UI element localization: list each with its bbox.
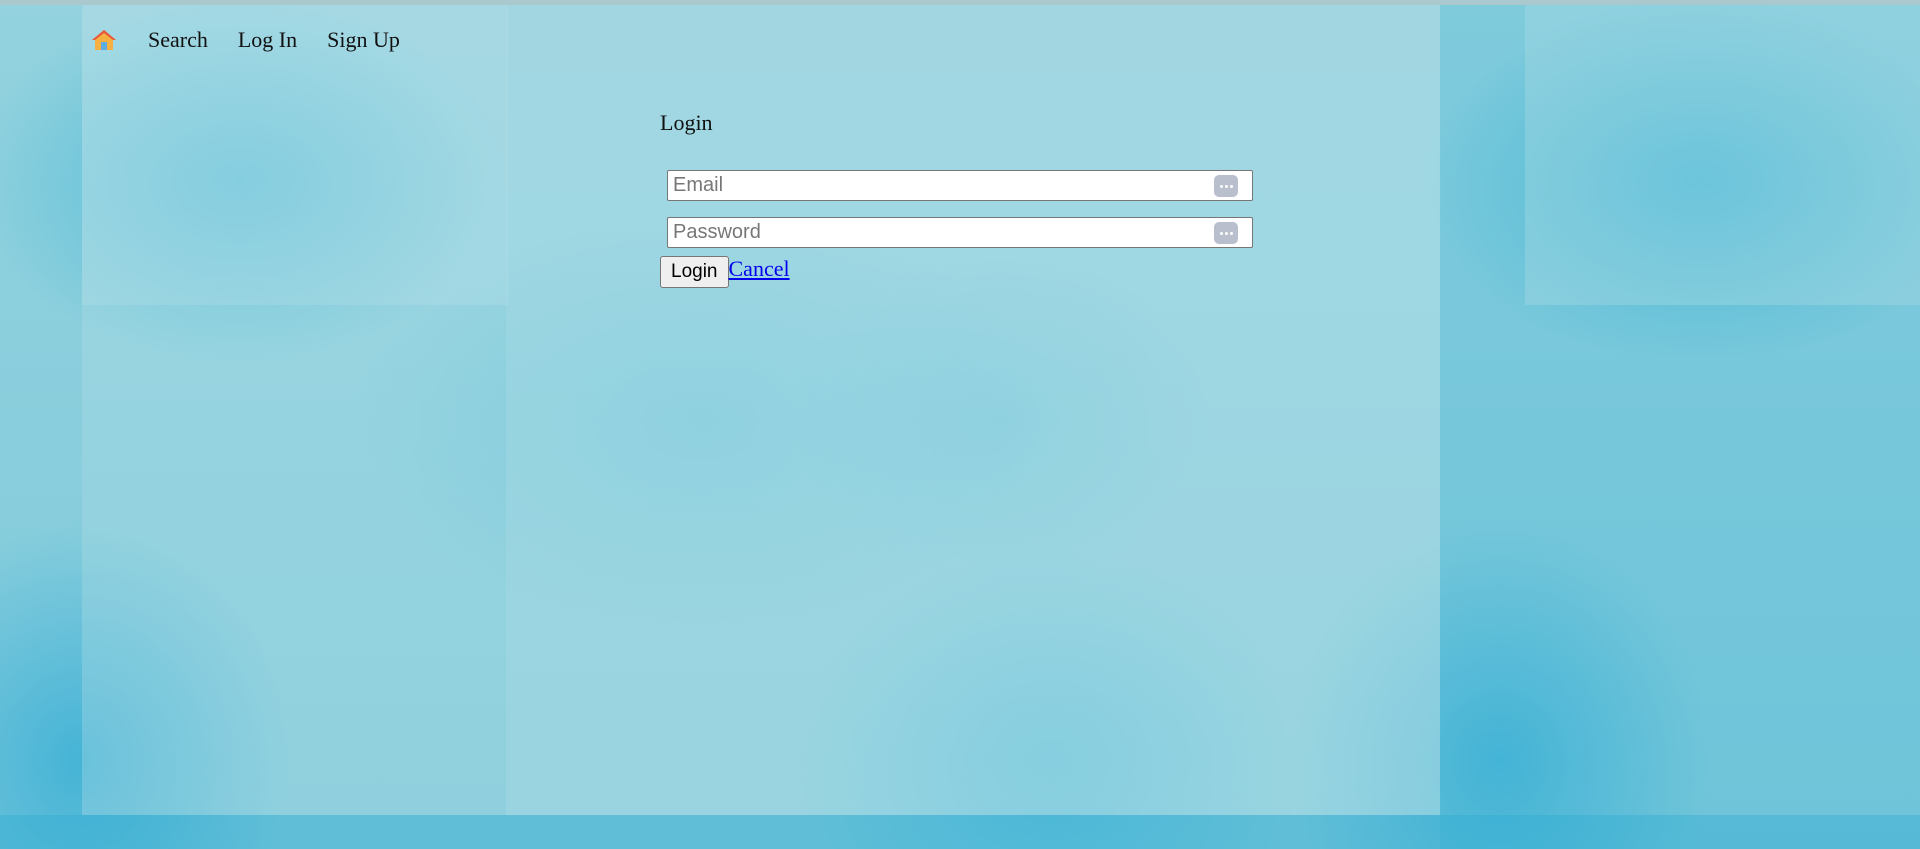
home-link[interactable]	[90, 26, 118, 54]
nav-login-link[interactable]: Log In	[238, 27, 297, 53]
cancel-link[interactable]: Cancel	[729, 256, 790, 282]
login-button[interactable]: Login	[660, 256, 729, 288]
top-border	[0, 0, 1920, 5]
home-icon	[92, 30, 116, 50]
nav-search-link[interactable]: Search	[148, 27, 208, 53]
password-field-wrapper	[667, 217, 1253, 248]
email-input[interactable]	[668, 171, 1198, 200]
password-input[interactable]	[668, 218, 1198, 247]
background-strip	[0, 815, 1920, 849]
background-panel	[506, 0, 1440, 815]
form-actions: Login Cancel	[660, 256, 790, 288]
top-navigation: Search Log In Sign Up	[90, 26, 430, 54]
more-dots-icon[interactable]	[1214, 175, 1238, 197]
more-dots-icon[interactable]	[1214, 222, 1238, 244]
nav-signup-link[interactable]: Sign Up	[327, 27, 400, 53]
email-field-wrapper	[667, 170, 1253, 201]
background-panel	[1525, 0, 1920, 305]
login-heading: Login	[660, 110, 713, 135]
